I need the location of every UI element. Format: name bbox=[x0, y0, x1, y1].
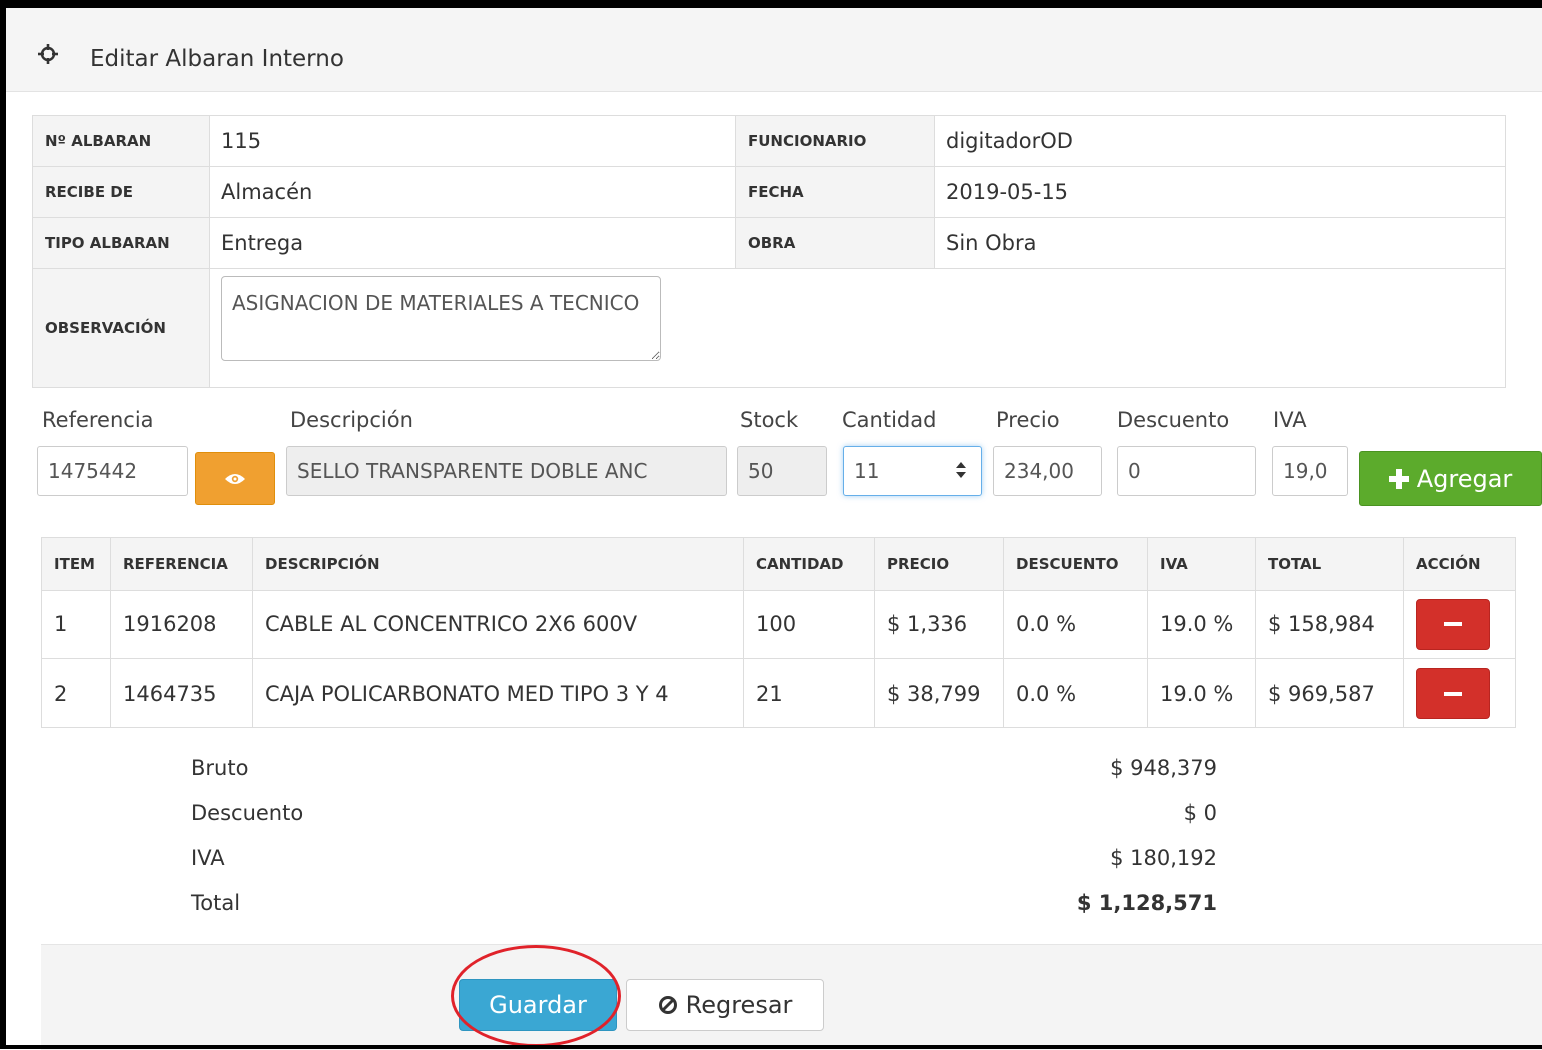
info-row: RECIBE DE Almacén FECHA 2019-05-15 bbox=[33, 167, 1505, 218]
row-descuento: 0.0 % bbox=[1004, 659, 1148, 728]
fecha-value: 2019-05-15 bbox=[946, 180, 1069, 204]
row-item: 1 bbox=[42, 590, 111, 658]
row-precio: $ 38,799 bbox=[875, 659, 1004, 728]
observacion-textarea[interactable]: ASIGNACION DE MATERIALES A TECNICO bbox=[221, 276, 661, 361]
row-descripcion: CAJA POLICARBONATO MED TIPO 3 Y 4 bbox=[253, 659, 744, 728]
row-referencia: 1464735 bbox=[111, 659, 253, 728]
header-item: ITEM bbox=[42, 538, 111, 590]
header-precio: PRECIO bbox=[875, 538, 1004, 590]
descuento-total-value: $ 0 bbox=[1183, 801, 1217, 825]
add-item-button[interactable]: Agregar bbox=[1359, 451, 1542, 506]
row-iva: 19.0 % bbox=[1148, 659, 1256, 728]
row-precio: $ 1,336 bbox=[875, 590, 1004, 658]
remove-item-button[interactable] bbox=[1416, 668, 1490, 719]
tipo-albaran-value: Entrega bbox=[221, 231, 304, 255]
table-row: 2 1464735 CAJA POLICARBONATO MED TIPO 3 … bbox=[42, 659, 1515, 728]
header-cantidad: CANTIDAD bbox=[744, 538, 875, 590]
row-descuento: 0.0 % bbox=[1004, 590, 1148, 658]
crosshair-icon bbox=[38, 44, 58, 64]
row-total: $ 969,587 bbox=[1256, 659, 1404, 728]
albaran-info-table: Nº ALBARAN 115 FUNCIONARIO digitadorOD R… bbox=[32, 115, 1506, 388]
header-total: TOTAL bbox=[1256, 538, 1404, 590]
cantidad-label: Cantidad bbox=[842, 408, 937, 432]
descuento-label: Descuento bbox=[1117, 408, 1230, 432]
bruto-label: Bruto bbox=[191, 756, 249, 780]
page-title: Editar Albaran Interno bbox=[90, 46, 344, 72]
remove-item-button[interactable] bbox=[1416, 598, 1490, 650]
iva-input[interactable]: 19,0 bbox=[1272, 446, 1348, 496]
row-total: $ 158,984 bbox=[1256, 590, 1404, 658]
funcionario-value: digitadorOD bbox=[946, 129, 1073, 153]
albaran-number-value: 115 bbox=[221, 129, 262, 153]
row-cantidad: 21 bbox=[744, 659, 875, 728]
add-item-label: Agregar bbox=[1416, 464, 1513, 493]
row-item: 2 bbox=[42, 659, 111, 728]
header-descripcion: DESCRIPCIÓN bbox=[253, 538, 744, 590]
header-referencia: REFERENCIA bbox=[111, 538, 253, 590]
header-descuento: DESCUENTO bbox=[1004, 538, 1148, 590]
panel-header: Editar Albaran Interno bbox=[6, 8, 1542, 92]
row-action-cell bbox=[1404, 659, 1515, 728]
albaran-number-label: Nº ALBARAN bbox=[33, 116, 210, 166]
recibe-de-value: Almacén bbox=[221, 180, 313, 204]
iva-label: IVA bbox=[1273, 408, 1307, 432]
precio-input[interactable]: 234,00 bbox=[993, 446, 1102, 496]
row-cantidad: 100 bbox=[744, 590, 875, 658]
total-value: $ 1,128,571 bbox=[1076, 891, 1217, 915]
minus-icon bbox=[1444, 622, 1462, 626]
precio-label: Precio bbox=[996, 408, 1060, 432]
header-iva: IVA bbox=[1148, 538, 1256, 590]
observacion-label: OBSERVACIÓN bbox=[33, 269, 210, 387]
tipo-albaran-label: TIPO ALBARAN bbox=[33, 218, 210, 268]
referencia-label: Referencia bbox=[42, 408, 154, 432]
iva-total-label: IVA bbox=[191, 846, 225, 870]
info-row: Nº ALBARAN 115 FUNCIONARIO digitadorOD bbox=[33, 116, 1505, 167]
ban-icon bbox=[658, 996, 677, 1014]
referencia-input[interactable]: 1475442 bbox=[37, 446, 188, 496]
items-table: ITEM REFERENCIA DESCRIPCIÓN CANTIDAD PRE… bbox=[41, 537, 1516, 728]
eye-icon bbox=[225, 473, 245, 484]
back-label: Regresar bbox=[685, 991, 793, 1019]
search-product-button[interactable] bbox=[195, 452, 275, 505]
descripcion-label: Descripción bbox=[290, 408, 413, 432]
header-accion: ACCIÓN bbox=[1416, 555, 1481, 573]
table-row: 1 1916208 CABLE AL CONCENTRICO 2X6 600V … bbox=[42, 590, 1515, 659]
row-iva: 19.0 % bbox=[1148, 590, 1256, 658]
funcionario-label: FUNCIONARIO bbox=[735, 116, 935, 166]
row-descripcion: CABLE AL CONCENTRICO 2X6 600V bbox=[253, 590, 744, 658]
cantidad-input[interactable]: 11 bbox=[843, 446, 982, 496]
back-button[interactable]: Regresar bbox=[626, 979, 824, 1031]
minus-icon bbox=[1444, 691, 1462, 696]
stock-label: Stock bbox=[740, 408, 799, 432]
fecha-label: FECHA bbox=[735, 167, 935, 217]
iva-total-value: $ 180,192 bbox=[1110, 846, 1217, 870]
row-referencia: 1916208 bbox=[111, 590, 253, 658]
descuento-input[interactable]: 0 bbox=[1117, 446, 1256, 496]
info-row: TIPO ALBARAN Entrega OBRA Sin Obra bbox=[33, 218, 1505, 269]
bruto-value: $ 948,379 bbox=[1110, 756, 1217, 780]
descripcion-input: SELLO TRANSPARENTE DOBLE ANC bbox=[286, 446, 727, 496]
items-table-header: ITEM REFERENCIA DESCRIPCIÓN CANTIDAD PRE… bbox=[42, 538, 1515, 591]
save-button[interactable]: Guardar bbox=[459, 979, 617, 1031]
obra-label: OBRA bbox=[735, 218, 935, 268]
total-label: Total bbox=[191, 891, 241, 915]
spinner-icon[interactable] bbox=[953, 459, 969, 481]
cantidad-value: 11 bbox=[854, 459, 880, 483]
descuento-total-label: Descuento bbox=[191, 801, 304, 825]
stock-input: 50 bbox=[737, 446, 827, 496]
plus-icon bbox=[1388, 468, 1409, 489]
obra-value: Sin Obra bbox=[946, 231, 1037, 255]
row-action-cell bbox=[1404, 590, 1515, 658]
recibe-de-label: RECIBE DE bbox=[33, 167, 210, 217]
